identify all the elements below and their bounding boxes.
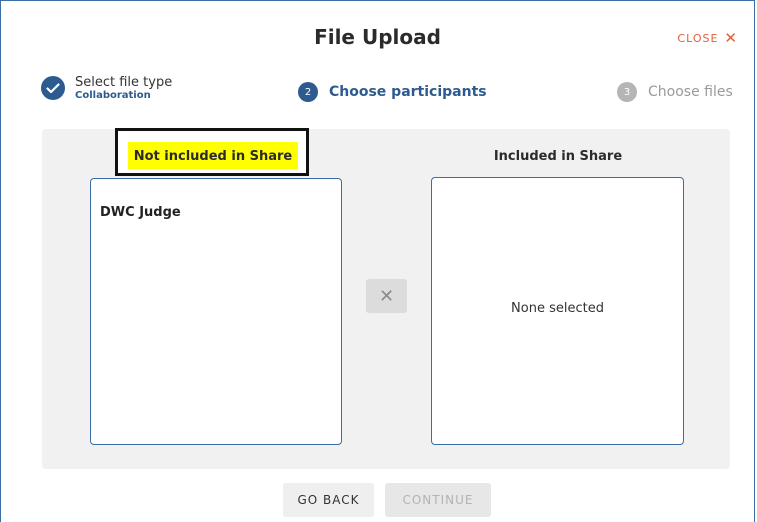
step-label: Choose files [648,84,733,100]
included-list: None selected [431,177,684,445]
not-included-list: DWC Judge [90,178,342,445]
empty-state-text: None selected [511,301,604,316]
included-header: Included in Share [493,149,623,164]
close-icon: ✕ [378,285,395,307]
check-icon [41,76,65,100]
step-number-badge: 2 [298,82,318,102]
participant-item[interactable]: DWC Judge [100,205,181,220]
step-select-file-type: Select file type Collaboration [41,75,172,101]
step-label: Select file type [75,75,173,90]
step-number-badge: 3 [617,82,637,102]
file-upload-modal: File Upload CLOSE ✕ Select file type Col… [0,0,755,522]
go-back-button[interactable]: GO BACK [283,483,374,517]
close-icon: ✕ [724,29,738,47]
close-button[interactable]: CLOSE ✕ [677,29,738,47]
not-included-header: Not included in Share [133,149,293,164]
step-choose-files: 3 Choose files [617,82,733,102]
step-choose-participants: 2 Choose participants [298,82,487,102]
transfer-button[interactable]: ✕ [366,279,407,313]
modal-title: File Upload [314,25,441,49]
continue-button[interactable]: CONTINUE [385,483,491,517]
step-sublabel: Collaboration [75,90,151,101]
close-label: CLOSE [677,32,719,45]
step-label: Choose participants [329,84,487,100]
